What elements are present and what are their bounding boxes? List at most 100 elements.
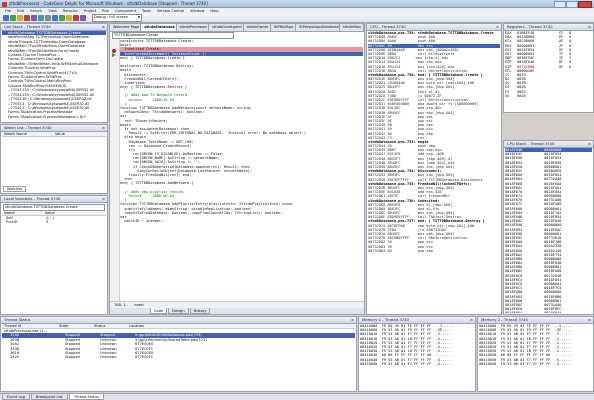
method-combo-value: TSTTDBDatabase.Create (114, 33, 159, 37)
close-icon[interactable]: × (102, 24, 105, 30)
layout-combo-value: Debug - full screen (94, 15, 129, 19)
editor-tab[interactable]: sthdbDatabase (141, 24, 177, 31)
watch-tab-label: Watches (7, 186, 23, 191)
minimize-button[interactable] (554, 1, 566, 8)
disassembly-line[interactable]: 00732D84 5D pop ebp (368, 249, 500, 253)
toolbar-button-icon[interactable] (51, 15, 58, 21)
toolbar-button-icon[interactable] (58, 15, 65, 21)
close-icon[interactable]: × (351, 317, 354, 323)
toolbar-button-icon[interactable] (44, 15, 51, 21)
close-icon[interactable]: × (496, 24, 499, 30)
code-line[interactable]: watchID : integer; (120, 219, 363, 223)
code-lines[interactable]: constructor TSTTDBDatabase.Create; begin … (120, 39, 363, 302)
toolbar-button-icon[interactable] (9, 15, 16, 21)
thread-id: 1420 (10, 355, 20, 360)
memory1-panel: Memory 1 - Thread 3740 × 00410000 F9 D5 … (358, 316, 476, 392)
editor-tab[interactable]: Welcome Page (110, 24, 142, 31)
watch-tab[interactable]: Watches (3, 185, 27, 192)
thread-row[interactable]: 1420 Stopped Unknown 677E00F1 (2, 355, 355, 359)
toolbar-button-icon[interactable] (30, 15, 37, 21)
toolbar-button-icon[interactable] (72, 15, 79, 21)
local-value: 3 (46, 220, 49, 225)
thread-status-panel: Thread Status × Thread Id State Status L… (0, 316, 357, 392)
watch-list-title-text: Watch List - Thread 3740 (4, 125, 52, 130)
memory1-rows[interactable]: 00410000 F9 D5 49 01 FE FF FF FF ..I....… (360, 324, 474, 390)
disassembly-lines[interactable]: sthdbDatabase.pas.729: sthdbDatabase.TST… (368, 31, 500, 313)
toolbar-button-icon[interactable] (37, 15, 44, 21)
local-variables-panel: Local Variables - Thread 3740 × sthdbDat… (0, 195, 108, 315)
method-combo[interactable]: TSTTDBDatabase.Create (112, 32, 234, 39)
close-icon[interactable]: × (102, 196, 105, 202)
flag-name (559, 94, 569, 98)
register-name: GS (505, 93, 510, 98)
editor-tab[interactable]: sthdbProcessor (177, 24, 210, 31)
memory-row[interactable]: 00410048 F9 53 AB 01 F7 FF FF FF .S.....… (360, 362, 474, 366)
registers-title-text: Registers - Thread 3740 (507, 24, 553, 29)
memory-row[interactable]: 00410048 F9 53 AB 01 F7 FF FF FF .S.....… (479, 362, 592, 366)
window-title: zthdbProcessor - CodeGear Delphi for Mic… (9, 1, 208, 6)
thread-state: Stopped (65, 355, 80, 360)
toolbar-button-icon[interactable] (65, 15, 72, 21)
cpu-stack-title: CPU Stack - Thread 3740 × (504, 141, 593, 148)
local-variables-title: Local Variables - Thread 3740 × (1, 196, 107, 203)
stack-address: 0018F6E4 (505, 311, 544, 313)
thread-col-location[interactable]: Location (129, 324, 355, 328)
thread-rows: zthdbProcessor.exe (1... 3740 Stopped Stopp… (2, 329, 355, 390)
close-button[interactable] (578, 1, 592, 8)
editor-view-tab[interactable]: History (189, 308, 211, 314)
local-name: ProcID (6, 220, 18, 225)
execution-point-icon (112, 52, 116, 57)
stack-row[interactable]: 0018F6E40018F844 (505, 311, 592, 313)
dock-tab[interactable]: Thread Status (68, 394, 104, 400)
editor-gutter[interactable] (110, 39, 120, 302)
close-icon[interactable]: × (588, 24, 591, 30)
editor-tab[interactable]: sthdbOwner (244, 24, 271, 31)
call-stack-item[interactable]: Forms.TApplication.ProcessMessages(= 8)* (2, 115, 106, 119)
toolbar-button-icon[interactable] (16, 15, 23, 21)
locals-col-name[interactable]: Name (2, 211, 45, 215)
thread-col-state[interactable]: State (59, 324, 94, 328)
watch-col-value[interactable]: Value (55, 132, 106, 136)
cpu-stack-rows: 0018F648 00000000 0018F64C 0018F854 0018F650… (505, 148, 592, 313)
disassembly-line[interactable]: sthdbDatabase.pas.737: end; { TSTTDBData… (368, 219, 500, 223)
title-bar: zthdbProcessor - CodeGear Delphi for Mic… (0, 0, 594, 8)
watch-col-name[interactable]: Watch Name (2, 132, 55, 136)
editor-status-bar: 768: 1 Insert (110, 301, 364, 308)
registers-panel: Registers - Thread 3740 × EAX 01B8FF40 CF 0… (503, 23, 594, 113)
editor-bottom-tabs: Code Design History (110, 308, 364, 314)
locals-combo[interactable]: sthdbDatabase.TSTTDBDatabase.Create (3, 204, 105, 211)
layout-combo[interactable]: Debug - full screen ▼ (92, 14, 142, 22)
close-icon[interactable]: × (588, 317, 591, 323)
editor-view-tab[interactable]: Code (150, 308, 168, 314)
toolbar-button-icon[interactable] (2, 15, 9, 21)
editor-tab-strip: Welcome Page sthdbDatabase sthdbProcessor s… (110, 24, 364, 32)
watch-header: Watch Name Value (2, 132, 106, 138)
editor-tab[interactable]: sthdbMain (340, 24, 364, 31)
table-row[interactable]: ProcID 3 (2, 220, 106, 224)
toolbar-button-icon[interactable] (23, 15, 30, 21)
watch-list-panel: Watch List - Thread 3740 × Watch Name Va… (0, 124, 108, 194)
memory2-title: Memory 2 - Thread 3740 × (478, 317, 593, 324)
chevron-down-icon: ▼ (137, 15, 140, 19)
close-icon[interactable]: × (588, 141, 591, 147)
thread-status-title: Thread Status × (1, 317, 356, 324)
editor-tab[interactable]: StPRAPApp (271, 24, 296, 31)
toolbar-buttons (2, 15, 86, 21)
editor-tab[interactable]: sthdbGuestpoint (209, 24, 244, 31)
close-icon[interactable]: × (470, 317, 473, 323)
editor-view-tab[interactable]: Design (168, 308, 189, 314)
locals-col-value[interactable]: Value (45, 211, 106, 215)
toolbar-button-icon[interactable] (79, 15, 86, 21)
maximize-button[interactable] (566, 1, 578, 8)
thread-col-status[interactable]: Status (94, 324, 129, 328)
dock-tab[interactable]: Breakpoint List (30, 394, 68, 400)
registers-title: Registers - Thread 3740 × (504, 24, 593, 31)
bottom-dock-tabs: Event Log Breakpoint List Thread Status (0, 393, 594, 400)
memory2-rows[interactable]: 00410000 F9 D5 49 01 FE FF FF FF ..I....… (479, 324, 592, 390)
close-icon[interactable]: × (102, 125, 105, 131)
register-row[interactable]: GS 002B (505, 94, 592, 98)
register-value: 002B (517, 93, 526, 98)
thread-col-id[interactable]: Thread Id (2, 324, 59, 328)
editor-tab[interactable]: StPersistAppDatabase (296, 24, 340, 31)
dock-tab[interactable]: Event Log (2, 394, 30, 400)
